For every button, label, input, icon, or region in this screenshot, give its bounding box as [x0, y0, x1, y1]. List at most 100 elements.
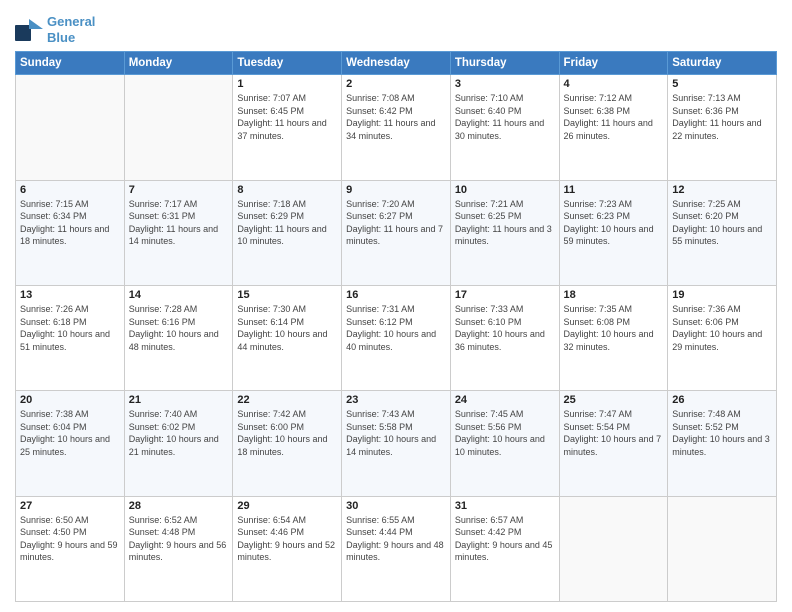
calendar-table: SundayMondayTuesdayWednesdayThursdayFrid…: [15, 51, 777, 602]
calendar-cell: 4 Sunrise: 7:12 AM Sunset: 6:38 PM Daylig…: [559, 75, 668, 180]
col-header-wednesday: Wednesday: [342, 52, 451, 75]
day-info: Sunrise: 7:07 AM Sunset: 6:45 PM Dayligh…: [237, 92, 337, 142]
day-number: 30: [346, 500, 446, 512]
day-info: Sunrise: 7:12 AM Sunset: 6:38 PM Dayligh…: [564, 92, 664, 142]
calendar-cell: 31 Sunrise: 6:57 AM Sunset: 4:42 PM Dayli…: [450, 496, 559, 601]
day-number: 8: [237, 184, 337, 196]
col-header-tuesday: Tuesday: [233, 52, 342, 75]
day-number: 28: [129, 500, 229, 512]
day-info: Sunrise: 6:50 AM Sunset: 4:50 PM Dayligh…: [20, 514, 120, 564]
day-number: 14: [129, 289, 229, 301]
day-number: 9: [346, 184, 446, 196]
day-info: Sunrise: 7:15 AM Sunset: 6:34 PM Dayligh…: [20, 198, 120, 248]
day-number: 5: [672, 78, 772, 90]
calendar-week-2: 6 Sunrise: 7:15 AM Sunset: 6:34 PM Daylig…: [16, 180, 777, 285]
day-number: 18: [564, 289, 664, 301]
col-header-thursday: Thursday: [450, 52, 559, 75]
day-number: 25: [564, 394, 664, 406]
day-number: 4: [564, 78, 664, 90]
day-number: 24: [455, 394, 555, 406]
day-number: 7: [129, 184, 229, 196]
day-number: 31: [455, 500, 555, 512]
day-info: Sunrise: 7:35 AM Sunset: 6:08 PM Dayligh…: [564, 303, 664, 353]
day-number: 12: [672, 184, 772, 196]
col-header-saturday: Saturday: [668, 52, 777, 75]
day-info: Sunrise: 7:33 AM Sunset: 6:10 PM Dayligh…: [455, 303, 555, 353]
day-number: 26: [672, 394, 772, 406]
day-number: 16: [346, 289, 446, 301]
day-number: 3: [455, 78, 555, 90]
calendar-cell: 12 Sunrise: 7:25 AM Sunset: 6:20 PM Dayli…: [668, 180, 777, 285]
day-info: Sunrise: 7:18 AM Sunset: 6:29 PM Dayligh…: [237, 198, 337, 248]
day-info: Sunrise: 7:25 AM Sunset: 6:20 PM Dayligh…: [672, 198, 772, 248]
calendar-cell: [559, 496, 668, 601]
col-header-sunday: Sunday: [16, 52, 125, 75]
day-number: 29: [237, 500, 337, 512]
day-number: 13: [20, 289, 120, 301]
calendar-cell: 9 Sunrise: 7:20 AM Sunset: 6:27 PM Daylig…: [342, 180, 451, 285]
calendar-cell: 25Sunrise: 7:47 AM Sunset: 5:54 PM Dayli…: [559, 391, 668, 496]
day-number: 27: [20, 500, 120, 512]
calendar-cell: 24 Sunrise: 7:45 AM Sunset: 5:56 PM Dayli…: [450, 391, 559, 496]
calendar-cell: 18 Sunrise: 7:35 AM Sunset: 6:08 PM Dayli…: [559, 285, 668, 390]
day-number: 23: [346, 394, 446, 406]
day-info: Sunrise: 6:57 AM Sunset: 4:42 PM Dayligh…: [455, 514, 555, 564]
day-info: Sunrise: 7:10 AM Sunset: 6:40 PM Dayligh…: [455, 92, 555, 142]
day-info: Sunrise: 7:36 AM Sunset: 6:06 PM Dayligh…: [672, 303, 772, 353]
calendar-cell: 28 Sunrise: 6:52 AM Sunset: 4:48 PM Dayli…: [124, 496, 233, 601]
calendar-cell: 27 Sunrise: 6:50 AM Sunset: 4:50 PM Dayli…: [16, 496, 125, 601]
day-info: Sunrise: 7:45 AM Sunset: 5:56 PM Dayligh…: [455, 408, 555, 458]
day-info: Sunrise: 7:21 AM Sunset: 6:25 PM Dayligh…: [455, 198, 555, 248]
calendar-week-5: 27 Sunrise: 6:50 AM Sunset: 4:50 PM Dayli…: [16, 496, 777, 601]
calendar-cell: 5 Sunrise: 7:13 AM Sunset: 6:36 PM Daylig…: [668, 75, 777, 180]
logo: General Blue: [15, 14, 95, 45]
calendar-cell: [668, 496, 777, 601]
calendar-body: 1 Sunrise: 7:07 AM Sunset: 6:45 PM Daylig…: [16, 75, 777, 602]
calendar-cell: 11Sunrise: 7:23 AM Sunset: 6:23 PM Dayli…: [559, 180, 668, 285]
calendar-cell: 21 Sunrise: 7:40 AM Sunset: 6:02 PM Dayli…: [124, 391, 233, 496]
day-number: 17: [455, 289, 555, 301]
calendar-cell: 30 Sunrise: 6:55 AM Sunset: 4:44 PM Dayli…: [342, 496, 451, 601]
day-number: 22: [237, 394, 337, 406]
day-number: 6: [20, 184, 120, 196]
day-info: Sunrise: 7:30 AM Sunset: 6:14 PM Dayligh…: [237, 303, 337, 353]
day-info: Sunrise: 6:54 AM Sunset: 4:46 PM Dayligh…: [237, 514, 337, 564]
day-info: Sunrise: 7:28 AM Sunset: 6:16 PM Dayligh…: [129, 303, 229, 353]
calendar-cell: [16, 75, 125, 180]
calendar-cell: 6 Sunrise: 7:15 AM Sunset: 6:34 PM Daylig…: [16, 180, 125, 285]
day-info: Sunrise: 6:52 AM Sunset: 4:48 PM Dayligh…: [129, 514, 229, 564]
day-number: 20: [20, 394, 120, 406]
day-number: 11: [564, 184, 664, 196]
calendar-week-1: 1 Sunrise: 7:07 AM Sunset: 6:45 PM Daylig…: [16, 75, 777, 180]
col-header-friday: Friday: [559, 52, 668, 75]
calendar-cell: 23 Sunrise: 7:43 AM Sunset: 5:58 PM Dayli…: [342, 391, 451, 496]
day-number: 1: [237, 78, 337, 90]
day-info: Sunrise: 7:43 AM Sunset: 5:58 PM Dayligh…: [346, 408, 446, 458]
calendar-cell: 2 Sunrise: 7:08 AM Sunset: 6:42 PM Daylig…: [342, 75, 451, 180]
day-info: Sunrise: 7:20 AM Sunset: 6:27 PM Dayligh…: [346, 198, 446, 248]
calendar-cell: 29 Sunrise: 6:54 AM Sunset: 4:46 PM Dayli…: [233, 496, 342, 601]
col-header-monday: Monday: [124, 52, 233, 75]
day-number: 21: [129, 394, 229, 406]
day-info: Sunrise: 7:40 AM Sunset: 6:02 PM Dayligh…: [129, 408, 229, 458]
day-info: Sunrise: 6:55 AM Sunset: 4:44 PM Dayligh…: [346, 514, 446, 564]
logo-icon: [15, 19, 43, 41]
header: General Blue: [15, 10, 777, 45]
calendar-cell: 15 Sunrise: 7:30 AM Sunset: 6:14 PM Dayli…: [233, 285, 342, 390]
day-info: Sunrise: 7:17 AM Sunset: 6:31 PM Dayligh…: [129, 198, 229, 248]
calendar-cell: 7 Sunrise: 7:17 AM Sunset: 6:31 PM Daylig…: [124, 180, 233, 285]
calendar-cell: 26 Sunrise: 7:48 AM Sunset: 5:52 PM Dayli…: [668, 391, 777, 496]
day-info: Sunrise: 7:08 AM Sunset: 6:42 PM Dayligh…: [346, 92, 446, 142]
day-info: Sunrise: 7:31 AM Sunset: 6:12 PM Dayligh…: [346, 303, 446, 353]
calendar-cell: 22 Sunrise: 7:42 AM Sunset: 6:00 PM Dayli…: [233, 391, 342, 496]
calendar-cell: 1 Sunrise: 7:07 AM Sunset: 6:45 PM Daylig…: [233, 75, 342, 180]
day-info: Sunrise: 7:42 AM Sunset: 6:00 PM Dayligh…: [237, 408, 337, 458]
day-number: 2: [346, 78, 446, 90]
calendar-cell: [124, 75, 233, 180]
day-info: Sunrise: 7:13 AM Sunset: 6:36 PM Dayligh…: [672, 92, 772, 142]
calendar-cell: 10Sunrise: 7:21 AM Sunset: 6:25 PM Dayli…: [450, 180, 559, 285]
calendar-week-4: 20Sunrise: 7:38 AM Sunset: 6:04 PM Dayli…: [16, 391, 777, 496]
day-info: Sunrise: 7:48 AM Sunset: 5:52 PM Dayligh…: [672, 408, 772, 458]
calendar-cell: 16 Sunrise: 7:31 AM Sunset: 6:12 PM Dayli…: [342, 285, 451, 390]
day-number: 15: [237, 289, 337, 301]
